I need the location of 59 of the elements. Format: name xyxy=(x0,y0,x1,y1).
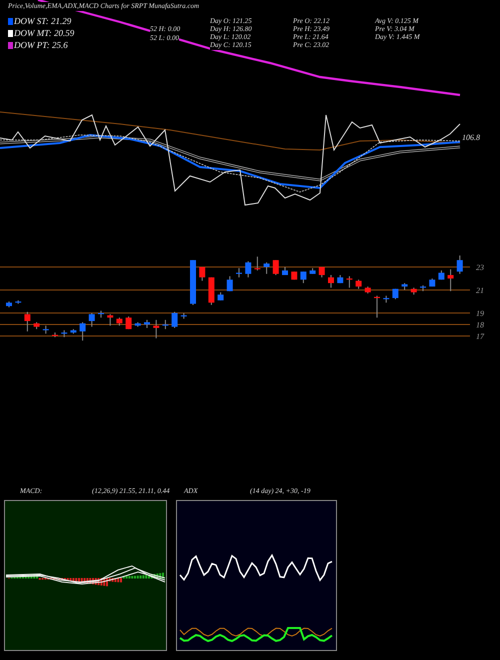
candlestick xyxy=(107,314,114,326)
candlestick xyxy=(429,278,436,288)
candlestick xyxy=(88,312,95,328)
candlestick xyxy=(448,268,454,292)
candlestick xyxy=(356,279,362,290)
candlestick xyxy=(402,282,408,290)
candlestick xyxy=(264,262,270,274)
candlestick xyxy=(61,330,68,338)
candlestick xyxy=(300,271,306,284)
candlestick xyxy=(70,328,76,334)
candlestick xyxy=(236,268,242,278)
candlestick xyxy=(6,301,12,308)
candlestick xyxy=(456,255,463,274)
candlestick xyxy=(410,287,417,296)
price-axis-label: 21 xyxy=(476,286,484,295)
candlestick xyxy=(272,260,279,276)
candlestick xyxy=(80,322,86,342)
legend-label: DOW ST: 21.29 xyxy=(14,16,72,27)
candlestick xyxy=(392,288,398,300)
candlestick xyxy=(420,284,426,292)
candlestick xyxy=(346,276,352,288)
candlestick xyxy=(337,274,344,284)
candlestick xyxy=(218,292,224,301)
candlestick xyxy=(34,322,40,330)
candlestick xyxy=(328,274,334,288)
price-axis-label: 18 xyxy=(476,320,484,330)
candlestick xyxy=(364,286,371,294)
candlestick xyxy=(208,276,214,306)
candlestick xyxy=(98,310,104,318)
indicator-value-label: 106.8 xyxy=(462,133,480,142)
candlestick xyxy=(383,295,390,304)
candlestick xyxy=(318,266,325,278)
candlestick xyxy=(42,325,49,334)
candlestick xyxy=(172,311,178,328)
candlestick xyxy=(282,266,288,276)
candlestick xyxy=(438,270,444,280)
candlestick xyxy=(153,319,160,339)
candlestick xyxy=(199,266,206,282)
candlestick xyxy=(52,332,58,338)
candlestick xyxy=(116,317,122,326)
price-axis-label: 17 xyxy=(476,332,484,341)
candlestick xyxy=(180,312,187,320)
candlestick xyxy=(291,271,298,280)
candlestick xyxy=(144,319,150,328)
candlestick xyxy=(126,316,132,330)
candlestick xyxy=(24,311,30,332)
candlestick xyxy=(134,322,141,328)
price-axis-label: 23 xyxy=(476,263,484,272)
candlestick xyxy=(162,319,168,330)
legend-label: DOW MT: 20.59 xyxy=(14,28,74,39)
price-axis-label: 19 xyxy=(476,309,484,318)
candlestick xyxy=(15,300,22,304)
legend-label: DOW PT: 25.6 xyxy=(14,40,68,51)
candlestick xyxy=(374,295,380,318)
candlestick xyxy=(254,256,260,271)
candlestick xyxy=(310,268,316,274)
candlestick xyxy=(245,260,252,278)
candlestick xyxy=(226,276,233,292)
candlestick xyxy=(190,260,196,306)
